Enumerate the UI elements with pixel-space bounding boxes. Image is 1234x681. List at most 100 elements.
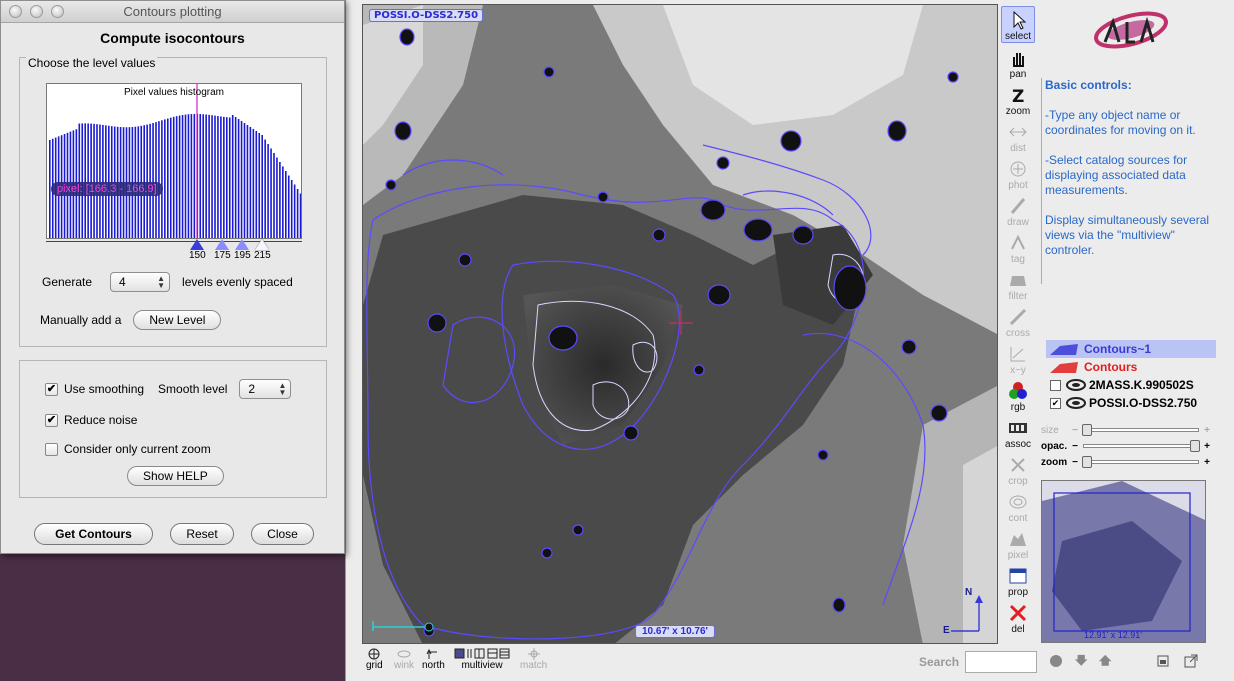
sky-image[interactable] [363,5,998,644]
record-icon[interactable] [1049,654,1063,668]
slider-knob[interactable] [1082,456,1093,468]
layer-item[interactable]: 2MASS.K.990502S [1046,376,1216,394]
dialog-titlebar[interactable]: Contours plotting [1,1,344,23]
grid-button[interactable]: grid [366,648,383,671]
arrow-down-icon[interactable] [1074,654,1088,668]
minimize-window-icon[interactable] [30,5,43,18]
histogram-bar [172,116,175,238]
stepper-icon: ▲ ▼ [157,274,166,290]
wink-button[interactable]: wink [394,648,414,671]
level-marker[interactable]: 150 [189,239,206,261]
tool-zoom-button[interactable]: Zzoom [1001,80,1035,117]
zoom-window-icon[interactable] [51,5,64,18]
layer-name: Contours [1084,360,1138,374]
tool-tag-button[interactable]: tag [1001,228,1035,265]
tool-dist-button[interactable]: dist [1001,117,1035,154]
level-marker[interactable]: 195 [234,239,251,261]
match-icon [527,648,540,660]
current-zoom-checkbox[interactable] [45,442,58,456]
get-contours-button[interactable]: Get Contours [34,523,153,545]
multiview-button[interactable]: multiview [454,648,510,671]
overview-fov-label: 12.91' x 12.91' [1084,630,1142,640]
current-zoom-row: Consider only current zoom [45,442,211,456]
sky-view[interactable]: POSSI.O-DSS2.750 10.67' x 10.76' N E [362,4,998,644]
plus-icon[interactable]: + [1203,457,1211,468]
tool-prop-button[interactable]: prop [1001,561,1035,598]
pixel-icon [1010,533,1026,546]
smooth-level-value: 2 [248,382,256,396]
use-smoothing-checkbox[interactable]: ✔ [45,382,58,396]
histogram-bar [285,171,287,238]
size-slider[interactable] [1082,424,1199,436]
opacity-slider[interactable] [1083,440,1200,452]
layer-item[interactable]: Contours~1 [1046,340,1216,358]
tool-label: crop [1008,476,1028,487]
reset-button[interactable]: Reset [170,523,234,545]
close-window-icon[interactable] [9,5,22,18]
pixel-histogram[interactable]: Pixel values histogram pixel: [166.3 - 1… [46,83,302,239]
tool-label: zoom [1005,106,1031,117]
use-smoothing-label: Use smoothing [64,382,145,396]
tool-filter-button[interactable]: filter [1001,265,1035,302]
del-icon [1009,604,1027,622]
help-paragraph: -Select catalog sources for displaying a… [1045,153,1188,197]
match-button[interactable]: match [520,648,547,671]
tool-pixel-button[interactable]: pixel [1001,524,1035,561]
help-divider [1041,78,1042,284]
histogram-bar [226,117,228,238]
tool-crop-button[interactable]: crop [1001,450,1035,487]
window-icon[interactable] [1156,654,1170,668]
tool-rgb-button[interactable]: rgb [1001,376,1035,413]
layer-item[interactable]: ✔ POSSI.O-DSS2.750 [1046,394,1216,412]
tool-select-button[interactable]: select [1001,6,1035,43]
histogram-bar [214,115,216,238]
tool-pan-button[interactable]: pan [1001,43,1035,80]
minus-icon[interactable]: − [1071,441,1079,452]
minus-icon[interactable]: − [1071,457,1079,468]
layer-item[interactable]: Contours [1046,358,1216,376]
zoom-slider-label: zoom [1041,456,1068,468]
stepper-icon: ▲ ▼ [278,381,287,397]
histogram-title: Pixel values histogram [123,87,225,98]
histogram-bar [267,144,269,238]
multiview-label: multiview [461,660,503,671]
new-level-button[interactable]: New Level [133,310,222,330]
tool-phot-button[interactable]: phot [1001,154,1035,191]
show-help-row: Show HELP [127,466,224,486]
reduce-noise-label: Reduce noise [64,413,138,427]
search-input[interactable] [965,651,1037,673]
prop-icon [1009,568,1027,584]
tool-cont-button[interactable]: cont [1001,487,1035,524]
reduce-noise-checkbox[interactable]: ✔ [45,413,58,427]
layer-visibility-checkbox[interactable] [1050,379,1061,391]
tool-del-button[interactable]: del [1001,598,1035,635]
histogram-bars [49,84,301,238]
levels-count-select[interactable]: 4 ▲ ▼ [110,272,171,292]
histogram-bar [187,114,190,238]
slider-knob[interactable] [1189,440,1200,452]
tool-cross-button[interactable]: cross [1001,302,1035,339]
help-title: Basic controls: [1045,78,1132,92]
levels-suffix: levels evenly spaced [182,275,293,289]
tool-draw-button[interactable]: draw [1001,191,1035,228]
plus-icon[interactable]: + [1203,441,1211,452]
show-help-button[interactable]: Show HELP [127,466,224,486]
level-marker[interactable]: 175 [214,239,231,261]
detach-icon[interactable] [1184,654,1198,668]
histogram-bar [234,117,237,238]
zoom-slider[interactable] [1082,456,1199,468]
zoom-slider-row: zoom − + [1041,454,1211,470]
wink-label: wink [394,660,415,671]
tool-assoc-button[interactable]: assoc [1001,413,1035,450]
overview-panel[interactable]: 12.91' x 12.91' [1041,480,1206,643]
slider-knob[interactable] [1082,424,1093,436]
close-button[interactable]: Close [251,523,314,545]
level-marker[interactable]: 215 [254,239,271,261]
arrow-up-icon[interactable] [1098,654,1112,668]
smooth-level-select[interactable]: 2 ▲ ▼ [239,379,292,399]
north-button[interactable]: north [422,648,445,671]
smoothing-group: ✔ Use smoothing Smooth level 2 ▲ ▼ ✔ Redu… [19,360,327,498]
tool-xy-button[interactable]: x~y [1001,339,1035,376]
layer-visibility-checkbox[interactable]: ✔ [1050,397,1061,409]
xy-icon [1010,347,1025,362]
